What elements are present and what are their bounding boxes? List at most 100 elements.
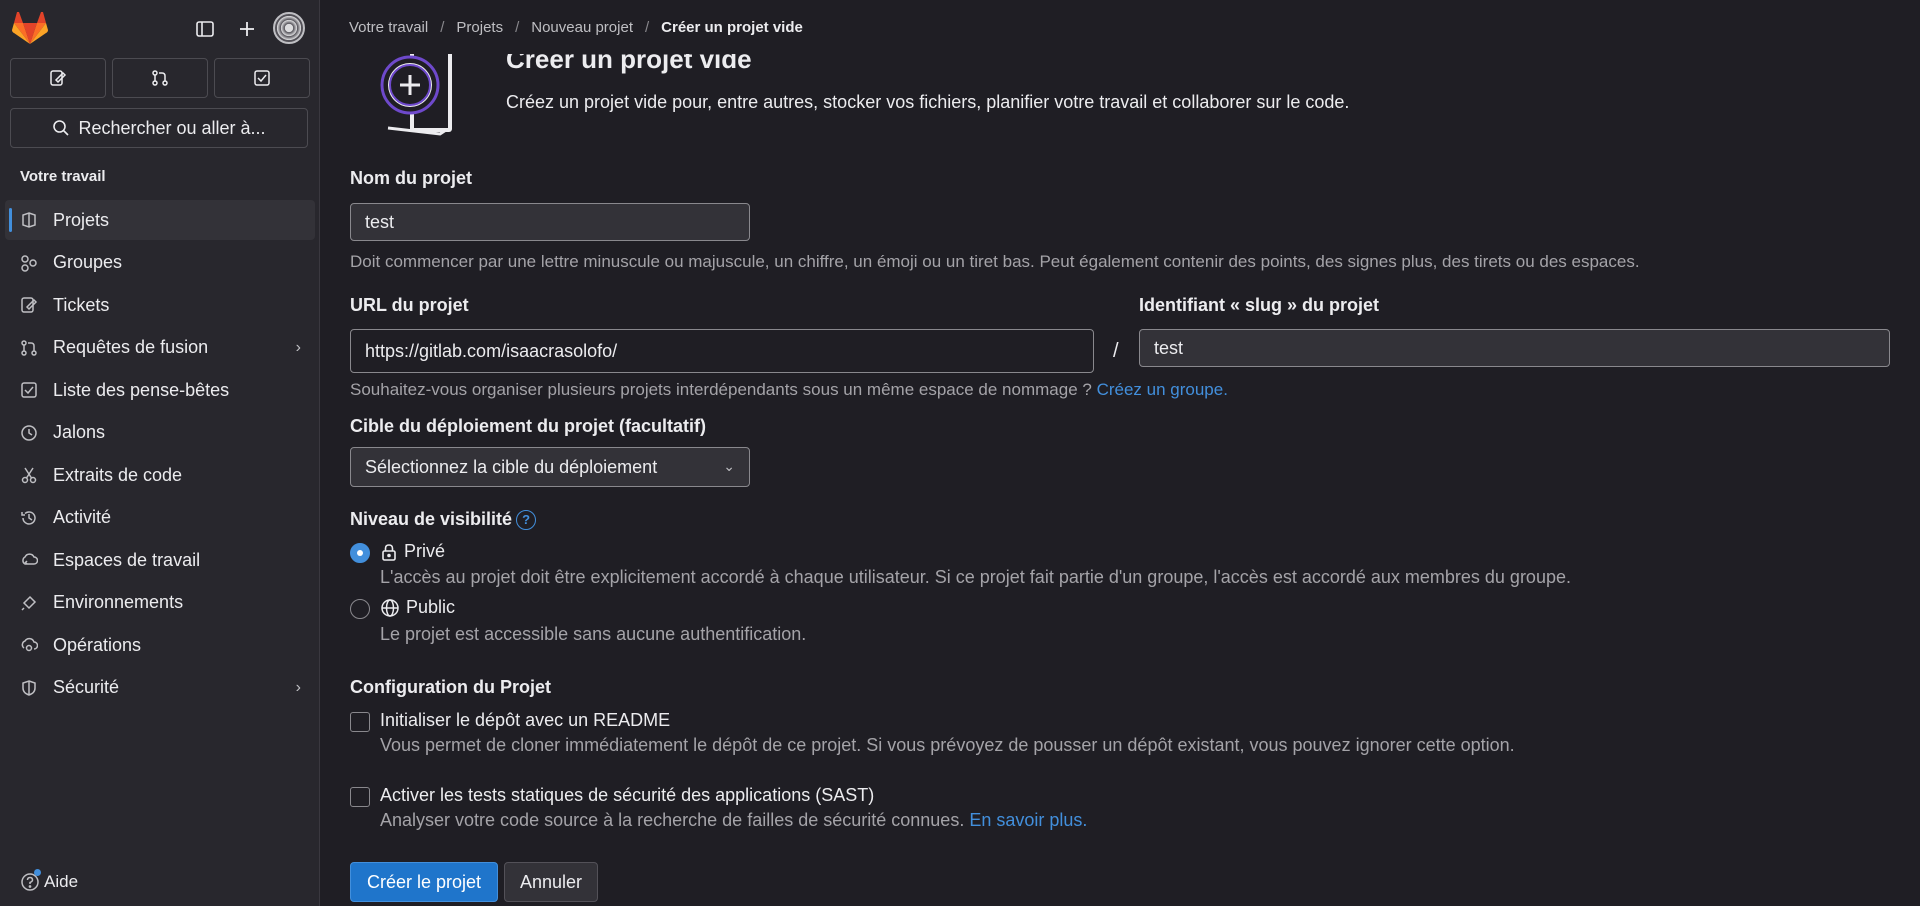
shield-icon: [19, 678, 39, 698]
visibility-private-label[interactable]: Privé: [380, 541, 445, 562]
sidebar-item-label: Opérations: [53, 634, 142, 655]
sidebar-item-label: Espaces de travail: [53, 549, 201, 570]
breadcrumb-current[interactable]: Créer un projet vide: [661, 19, 803, 36]
todo-icon: [254, 70, 270, 86]
search-button[interactable]: Rechercher ou aller à...: [10, 108, 308, 148]
sidebar-item-extraits-de-code[interactable]: Extraits de code: [5, 455, 315, 495]
breadcrumb-separator: /: [515, 18, 520, 36]
sidebar-item-label: Tickets: [53, 294, 110, 315]
sidebar-nav: Projets Groupes Tickets Requêtes de fusi…: [5, 200, 315, 710]
breadcrumb-item[interactable]: Projets: [456, 19, 503, 36]
breadcrumb-item[interactable]: Nouveau projet: [531, 19, 633, 36]
deployment-target-select[interactable]: Sélectionnez la cible du déploiement ⌄: [350, 447, 750, 487]
sidebar-item-groupes[interactable]: Groupes: [5, 243, 315, 283]
snippet-icon: [19, 465, 39, 485]
visibility-public-radio[interactable]: [350, 599, 370, 619]
breadcrumb: Votre travail / Projets / Nouveau projet…: [321, 0, 1920, 54]
milestone-icon: [19, 423, 39, 443]
sidebar-toggle-icon[interactable]: [190, 14, 220, 44]
help-button[interactable]: Aide: [20, 869, 78, 892]
sidebar-item-securite[interactable]: Sécurité ›: [5, 668, 315, 708]
operations-icon: [19, 635, 39, 655]
visibility-private-text: Privé: [404, 541, 446, 561]
globe-icon: [381, 598, 399, 617]
sidebar-item-requetes-de-fusion[interactable]: Requêtes de fusion ›: [5, 328, 315, 368]
project-config-label: Configuration du Projet: [350, 677, 551, 697]
project-name-help: Doit commencer par une lettre minuscule …: [350, 252, 1640, 271]
sidebar-item-label: Sécurité: [53, 677, 120, 697]
sidebar-item-operations[interactable]: Opérations: [5, 625, 315, 665]
user-avatar[interactable]: [273, 12, 305, 44]
search-icon: [53, 120, 70, 136]
breadcrumb-item[interactable]: Votre travail: [349, 19, 428, 36]
lock-icon: [382, 543, 396, 561]
breadcrumb-separator: /: [644, 18, 650, 36]
deployment-target-label: Cible du déploiement du projet (facultat…: [350, 416, 707, 436]
readme-label[interactable]: Initialiser le dépôt avec un README: [380, 710, 670, 731]
todo-icon: [19, 380, 39, 400]
sast-description: Analyser votre code source à la recherch…: [380, 810, 1087, 831]
sidebar-item-jalons[interactable]: Jalons: [5, 413, 315, 453]
sidebar-section-title: Votre travail: [20, 168, 106, 185]
visibility-level-label: Niveau de visibilité ?: [350, 509, 537, 530]
sidebar-item-label: Environnements: [53, 592, 184, 612]
sidebar-item-label: Liste des pense-bêtes: [53, 379, 230, 400]
visibility-public-text: Public: [406, 597, 456, 617]
readme-description: Vous permet de cloner immédiatement le d…: [380, 735, 1515, 755]
create-project-button[interactable]: Créer le projet: [350, 862, 498, 902]
visibility-private-radio[interactable]: [350, 543, 370, 563]
create-group-link[interactable]: Créez un groupe.: [1097, 380, 1228, 399]
deployment-target-value: Sélectionnez la cible du déploiement: [365, 456, 658, 477]
search-label: Rechercher ou aller à...: [78, 117, 266, 138]
plus-icon[interactable]: [232, 14, 262, 44]
issues-icon: [50, 70, 67, 86]
project-slug-label: Identifiant « slug » du projet: [1139, 295, 1380, 315]
sidebar-item-label: Projets: [53, 209, 110, 230]
cancel-button[interactable]: Annuler: [504, 862, 598, 902]
assigned-issues-button[interactable]: [10, 58, 106, 98]
workspace-icon: [19, 550, 39, 570]
namespace-help-text: Souhaitez-vous organiser plusieurs proje…: [350, 380, 1092, 399]
breadcrumb-separator: /: [440, 18, 445, 36]
sidebar-item-label: Requêtes de fusion: [53, 337, 209, 357]
merge-request-icon: [19, 338, 39, 358]
chevron-right-icon: ›: [295, 678, 301, 696]
sidebar-item-espaces-de-travail[interactable]: Espaces de travail: [5, 540, 315, 580]
sidebar-item-activite[interactable]: Activité: [5, 498, 315, 538]
project-url-label: URL du projet: [350, 295, 469, 315]
page-description: Créez un projet vide pour, entre autres,…: [506, 92, 1350, 112]
sidebar-item-projets[interactable]: Projets: [5, 200, 315, 240]
sidebar-item-label: Jalons: [53, 422, 106, 442]
sidebar-counters: [10, 58, 310, 98]
visibility-public-description: Le projet est accessible sans aucune aut…: [380, 624, 807, 644]
sidebar-item-tickets[interactable]: Tickets: [5, 285, 315, 325]
project-icon: [19, 210, 39, 230]
todos-button[interactable]: [214, 58, 310, 98]
learn-more-link[interactable]: En savoir plus.: [969, 810, 1087, 830]
sidebar-top: [10, 10, 309, 46]
question-circle-icon[interactable]: ?: [516, 509, 537, 530]
visibility-public-label[interactable]: Public: [380, 597, 455, 618]
sidebar-item-environnements[interactable]: Environnements: [5, 583, 315, 623]
url-slash: /: [1113, 340, 1119, 362]
project-slug-input[interactable]: test: [1139, 329, 1890, 367]
sidebar-item-liste-pense-betes[interactable]: Liste des pense-bêtes: [5, 370, 315, 410]
readme-checkbox[interactable]: [350, 712, 370, 732]
project-url-input[interactable]: https://gitlab.com/isaacrasolofo/: [350, 329, 1094, 373]
gitlab-logo-icon[interactable]: [12, 12, 48, 46]
sast-checkbox[interactable]: [350, 787, 370, 807]
issues-icon: [19, 295, 39, 315]
sast-label[interactable]: Activer les tests statiques de sécurité …: [380, 785, 874, 806]
blank-project-illustration-icon: [380, 40, 452, 136]
sast-description-text: Analyser votre code source à la recherch…: [380, 810, 965, 830]
visibility-level-text: Niveau de visibilité: [350, 509, 513, 529]
merge-requests-button[interactable]: [112, 58, 208, 98]
project-name-input[interactable]: test: [350, 203, 750, 241]
sidebar-item-label: Extraits de code: [53, 464, 183, 485]
sidebar-item-label: Groupes: [53, 252, 123, 272]
environment-icon: [19, 593, 39, 613]
group-icon: [19, 253, 39, 273]
chevron-down-icon: ⌄: [723, 458, 735, 474]
main-content: Créer un projet vide Créez un projet vid…: [350, 0, 1890, 906]
visibility-private-description: L'accès au projet doit être explicitemen…: [380, 567, 1571, 587]
